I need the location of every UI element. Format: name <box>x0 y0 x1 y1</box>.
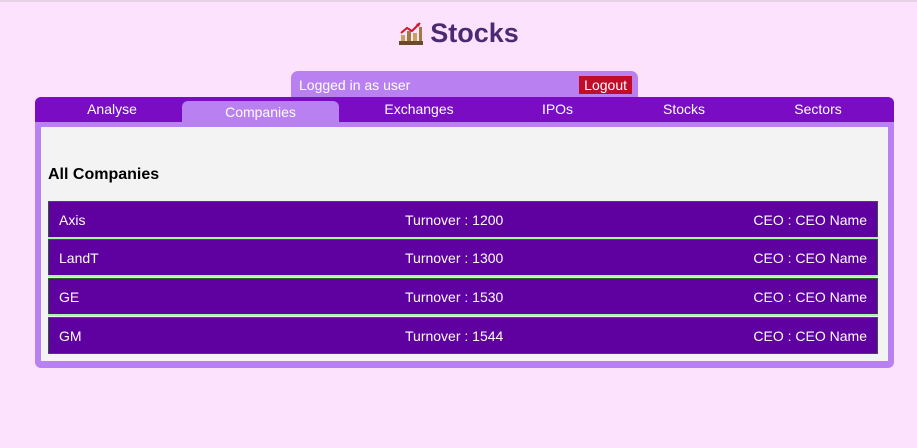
main-panel: Analyse Companies Exchanges IPOs Stocks … <box>35 97 894 368</box>
tab-sectors[interactable]: Sectors <box>772 97 864 122</box>
tab-companies[interactable]: Companies <box>182 101 339 122</box>
company-turnover: Turnover : 1300 <box>405 250 504 266</box>
tab-ipos[interactable]: IPOs <box>515 97 600 122</box>
logged-in-text: Logged in as user <box>299 77 411 93</box>
content-area: All Companies Axis Turnover : 1200 CEO :… <box>41 127 888 361</box>
app-title: Stocks <box>430 18 519 48</box>
company-ceo: CEO : CEO Name <box>753 328 867 344</box>
company-name: GM <box>59 328 82 344</box>
company-turnover: Turnover : 1530 <box>405 289 504 305</box>
company-ceo: CEO : CEO Name <box>753 289 867 305</box>
row-divider <box>48 275 878 277</box>
company-row[interactable]: LandT Turnover : 1300 CEO : CEO Name <box>48 239 878 276</box>
top-divider <box>0 0 917 2</box>
company-ceo: CEO : CEO Name <box>753 212 867 228</box>
stock-chart-icon <box>399 21 424 45</box>
company-turnover: Turnover : 1544 <box>405 328 504 344</box>
company-row[interactable]: GE Turnover : 1530 CEO : CEO Name <box>48 278 878 315</box>
company-name: GE <box>59 289 80 305</box>
user-bar: Logged in as user Logout <box>291 71 638 98</box>
row-divider <box>48 314 878 316</box>
company-row[interactable]: Axis Turnover : 1200 CEO : CEO Name <box>48 201 878 238</box>
company-ceo: CEO : CEO Name <box>753 250 867 266</box>
logout-button[interactable]: Logout <box>579 76 632 94</box>
tab-analyse[interactable]: Analyse <box>49 97 175 122</box>
tab-exchanges[interactable]: Exchanges <box>356 97 482 122</box>
tab-bar: Analyse Companies Exchanges IPOs Stocks … <box>35 97 894 122</box>
company-turnover: Turnover : 1200 <box>405 212 504 228</box>
tab-stocks[interactable]: Stocks <box>643 97 725 122</box>
page: Stocks Logged in as user Logout Analyse … <box>0 0 917 448</box>
company-name: Axis <box>59 212 86 228</box>
app-header: Stocks <box>0 18 917 49</box>
company-name: LandT <box>59 250 99 266</box>
company-row[interactable]: GM Turnover : 1544 CEO : CEO Name <box>48 317 878 354</box>
page-title: All Companies <box>48 166 160 183</box>
